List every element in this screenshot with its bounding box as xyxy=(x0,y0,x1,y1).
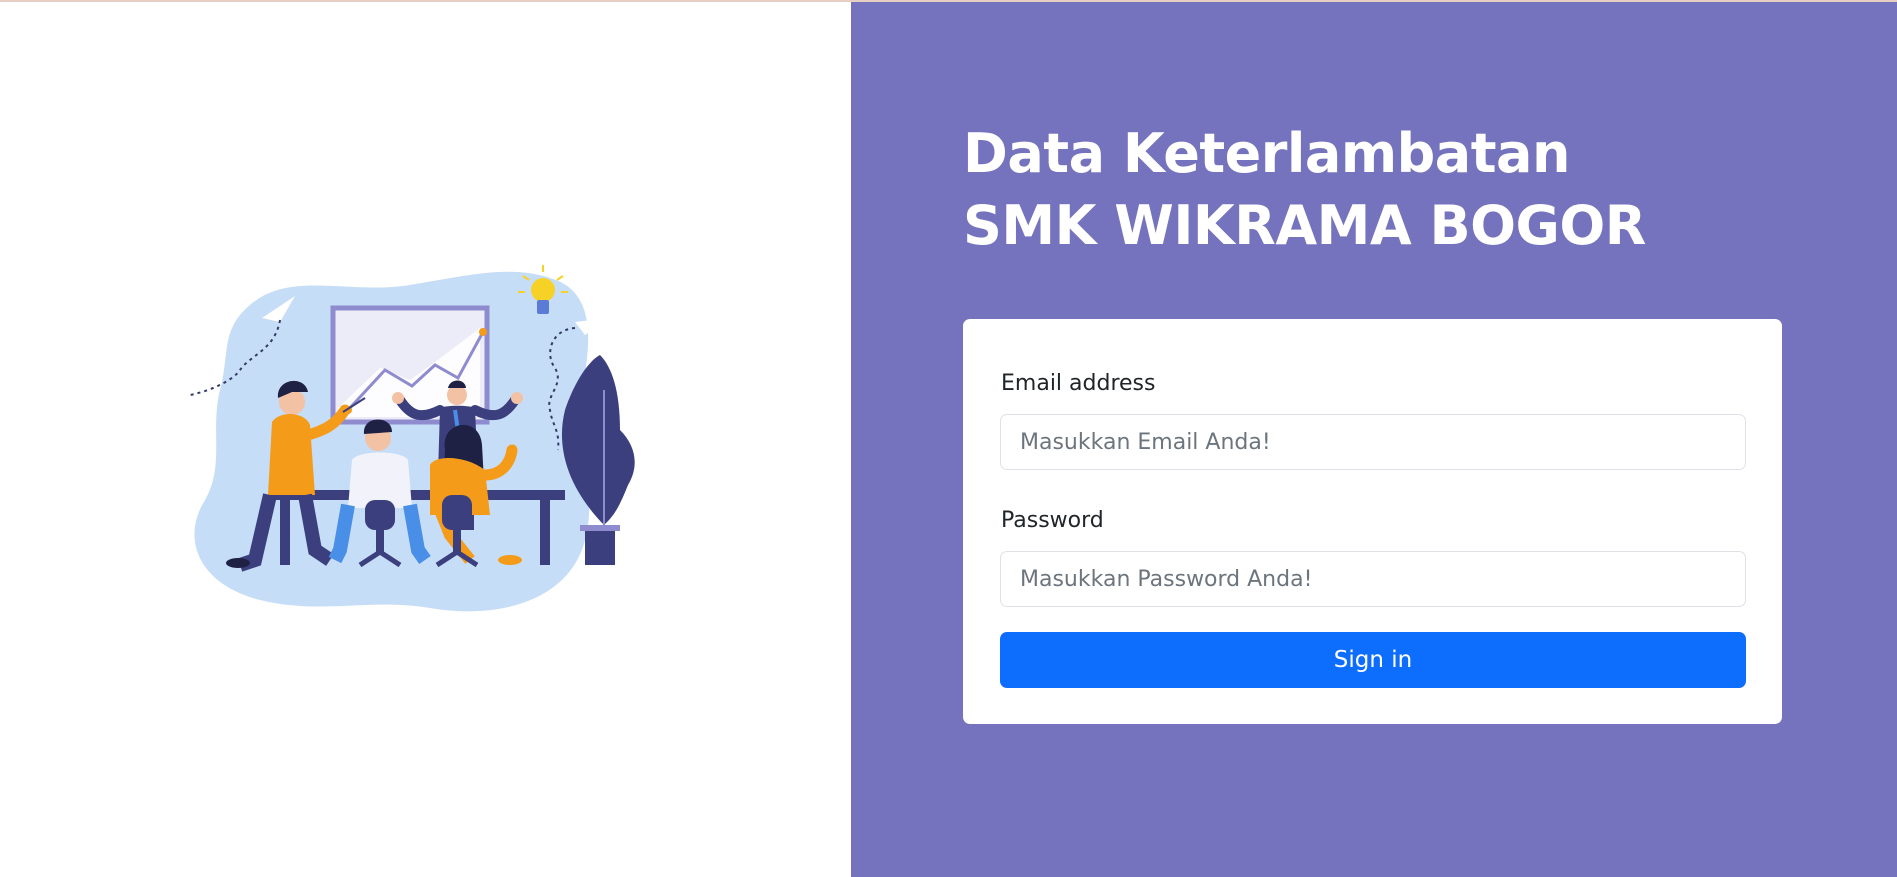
login-form-card: Email address Password Sign in xyxy=(963,319,1782,724)
page-title-line-2: SMK WIKRAMA BOGOR xyxy=(963,194,1646,257)
team-meeting-illustration-icon xyxy=(189,265,635,612)
page-title-line-1: Data Keterlambatan xyxy=(963,122,1570,185)
password-label: Password xyxy=(1001,508,1104,533)
page-title: Data Keterlambatan SMK WIKRAMA BOGOR xyxy=(963,118,1646,262)
sign-in-button[interactable]: Sign in xyxy=(1000,632,1746,688)
email-field[interactable] xyxy=(1000,414,1746,470)
email-label: Email address xyxy=(1001,371,1156,396)
login-pane: Data Keterlambatan SMK WIKRAMA BOGOR Ema… xyxy=(851,2,1897,877)
password-field[interactable] xyxy=(1000,551,1746,607)
illustration-pane xyxy=(0,2,851,877)
login-page: Data Keterlambatan SMK WIKRAMA BOGOR Ema… xyxy=(0,0,1897,877)
